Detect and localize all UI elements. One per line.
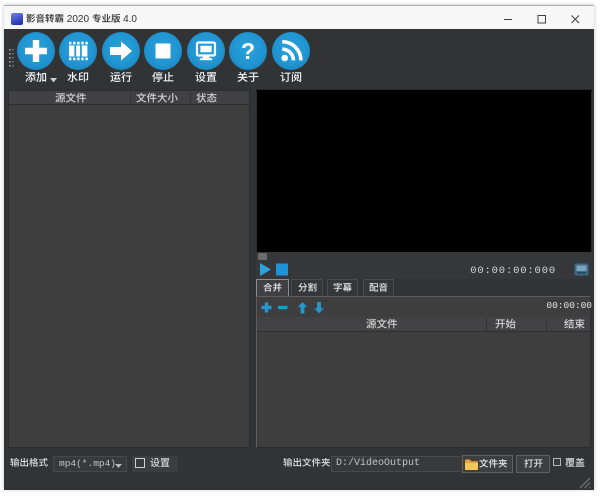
svg-text:?: ? [241,38,255,64]
